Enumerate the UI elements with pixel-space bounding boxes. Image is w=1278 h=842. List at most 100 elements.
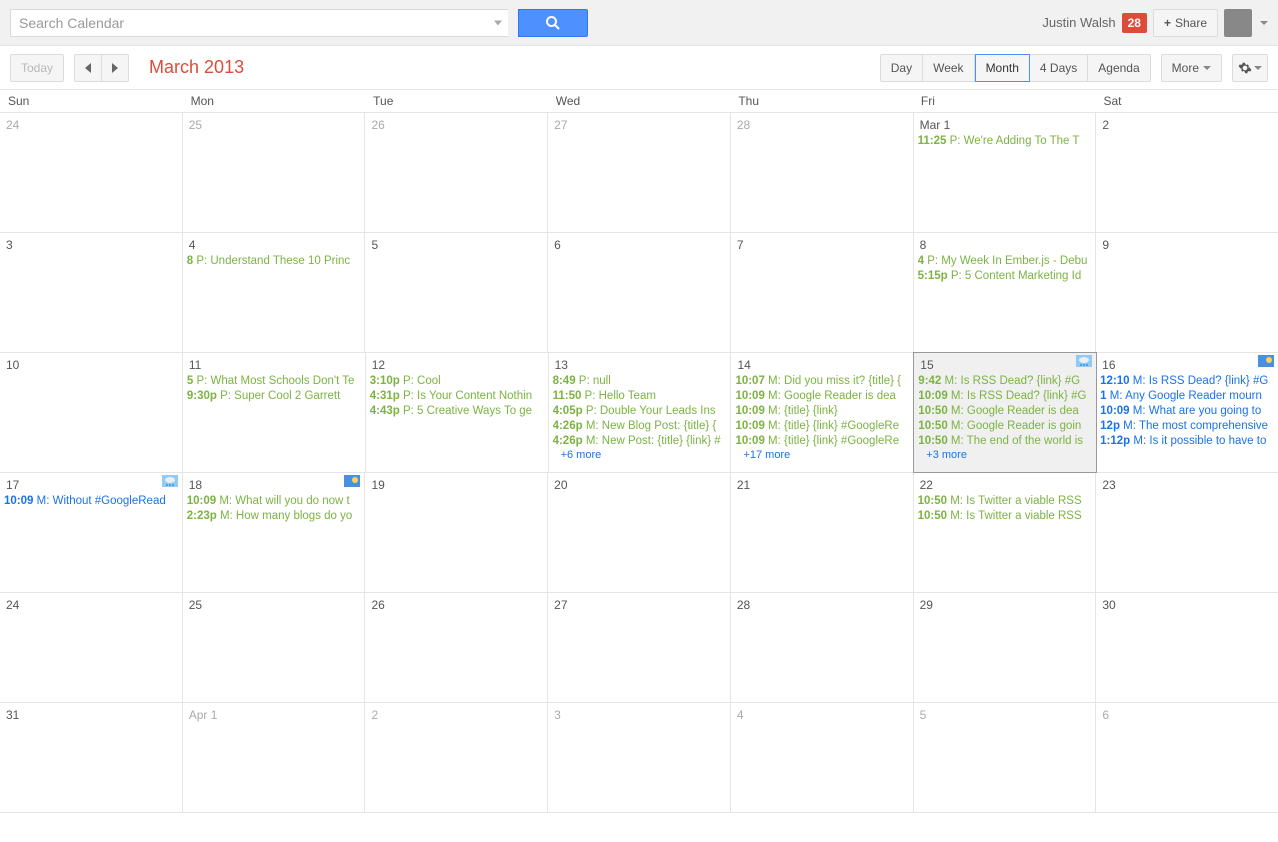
calendar-cell[interactable]: 26 <box>365 113 548 232</box>
calendar-event[interactable]: 5:15p P: 5 Content Marketing Id <box>918 269 1092 284</box>
calendar-cell[interactable]: 1810:09 M: What will you do now t2:23p M… <box>183 473 366 592</box>
calendar-cell[interactable]: 48 P: Understand These 10 Princ <box>183 233 366 352</box>
calendar-cell[interactable]: 3 <box>0 233 183 352</box>
calendar-cell[interactable]: 9 <box>1096 233 1278 352</box>
calendar-cell[interactable]: 21 <box>731 473 914 592</box>
calendar-event[interactable]: 9:42 M: Is RSS Dead? {link} #G <box>918 374 1092 389</box>
calendar-cell[interactable]: 23 <box>1096 473 1278 592</box>
calendar-cell[interactable]: 26 <box>365 593 548 702</box>
calendar-event[interactable]: 8:49 P: null <box>553 374 727 389</box>
search-button[interactable] <box>518 9 588 37</box>
view-week[interactable]: Week <box>923 54 974 82</box>
share-button[interactable]: + Share <box>1153 9 1218 37</box>
notification-badge[interactable]: 28 <box>1122 13 1147 33</box>
calendar-event[interactable]: 10:07 M: Did you miss it? {title} { <box>735 374 909 389</box>
calendar-event[interactable]: 10:50 M: The end of the world is <box>918 434 1092 449</box>
more-events-link[interactable]: +3 more <box>918 449 1092 461</box>
view-month[interactable]: Month <box>975 54 1030 82</box>
calendar-cell[interactable]: 27 <box>548 593 731 702</box>
calendar-cell[interactable]: 1410:07 M: Did you miss it? {title} {10:… <box>731 353 914 472</box>
calendar-event[interactable]: 10:09 M: What will you do now t <box>187 494 361 509</box>
prev-button[interactable] <box>74 54 101 82</box>
calendar-event[interactable]: 11:25 P: We're Adding To The T <box>918 134 1092 149</box>
calendar-event[interactable]: 4 P: My Week In Ember.js - Debu <box>918 254 1092 269</box>
calendar-event[interactable]: 10:50 M: Is Twitter a viable RSS <box>918 509 1092 524</box>
next-button[interactable] <box>101 54 129 82</box>
calendar-event[interactable]: 10:09 M: Google Reader is dea <box>735 389 909 404</box>
more-events-link[interactable]: +17 more <box>735 449 909 461</box>
calendar-cell[interactable]: 28 <box>731 593 914 702</box>
calendar-cell[interactable]: 10 <box>0 353 183 472</box>
view-agenda[interactable]: Agenda <box>1088 54 1150 82</box>
account-dropdown-icon[interactable] <box>1260 21 1268 25</box>
calendar-event[interactable]: 4:26p M: New Post: {title} {link} # <box>553 434 727 449</box>
calendar-event[interactable]: 10:09 M: {title} {link} <box>735 404 909 419</box>
calendar-cell[interactable]: 4 <box>731 703 914 812</box>
calendar-cell[interactable]: 7 <box>731 233 914 352</box>
calendar-event[interactable]: 4:31p P: Is Your Content Nothin <box>370 389 544 404</box>
calendar-event[interactable]: 4:05p P: Double Your Leads Ins <box>553 404 727 419</box>
calendar-cell[interactable]: 6 <box>548 233 731 352</box>
calendar-event[interactable]: 12p M: The most comprehensive <box>1100 419 1274 434</box>
calendar-cell[interactable]: Mar 111:25 P: We're Adding To The T <box>914 113 1097 232</box>
calendar-cell[interactable]: 31 <box>0 703 183 812</box>
calendar-cell[interactable]: 84 P: My Week In Ember.js - Debu5:15p P:… <box>914 233 1097 352</box>
more-events-link[interactable]: +6 more <box>553 449 727 461</box>
calendar-cell[interactable]: 115 P: What Most Schools Don't Te9:30p P… <box>183 353 366 472</box>
date-number: 27 <box>552 116 726 134</box>
calendar-cell[interactable]: 2 <box>1096 113 1278 232</box>
calendar-cell[interactable]: 5 <box>365 233 548 352</box>
calendar-event[interactable]: 11:50 P: Hello Team <box>553 389 727 404</box>
calendar-cell[interactable]: 27 <box>548 113 731 232</box>
calendar-cell[interactable]: 1710:09 M: Without #GoogleRead <box>0 473 183 592</box>
calendar-event[interactable]: 10:09 M: What are you going to <box>1100 404 1274 419</box>
calendar-cell[interactable]: 25 <box>183 113 366 232</box>
calendar-event[interactable]: 10:09 M: Is RSS Dead? {link} #G <box>918 389 1092 404</box>
calendar-event[interactable]: 5 P: What Most Schools Don't Te <box>187 374 361 389</box>
calendar-row: 24252627282930 <box>0 593 1278 703</box>
calendar-cell[interactable]: 138:49 P: null11:50 P: Hello Team4:05p P… <box>549 353 732 472</box>
calendar-event[interactable]: 4:26p M: New Blog Post: {title} { <box>553 419 727 434</box>
calendar-event[interactable]: 1:12p M: Is it possible to have to <box>1100 434 1274 449</box>
more-button[interactable]: More <box>1161 54 1222 82</box>
calendar-event[interactable]: 10:09 M: {title} {link} #GoogleRe <box>735 434 909 449</box>
calendar-event[interactable]: 3:10p P: Cool <box>370 374 544 389</box>
date-number: 16 <box>1100 356 1274 374</box>
calendar-cell[interactable]: 20 <box>548 473 731 592</box>
calendar-event[interactable]: 10:50 M: Google Reader is dea <box>918 404 1092 419</box>
view-day[interactable]: Day <box>880 54 923 82</box>
calendar-cell[interactable]: 19 <box>365 473 548 592</box>
calendar-cell[interactable]: 2210:50 M: Is Twitter a viable RSS10:50 … <box>914 473 1097 592</box>
search-dropdown-caret-icon[interactable] <box>494 20 502 25</box>
calendar-cell[interactable]: 24 <box>0 593 183 702</box>
calendar-event[interactable]: 10:09 M: {title} {link} #GoogleRe <box>735 419 909 434</box>
user-name[interactable]: Justin Walsh <box>1042 15 1115 30</box>
search-input[interactable] <box>10 9 508 37</box>
calendar-cell[interactable]: 30 <box>1096 593 1278 702</box>
calendar-event[interactable]: 10:50 M: Is Twitter a viable RSS <box>918 494 1092 509</box>
calendar-cell[interactable]: 25 <box>183 593 366 702</box>
calendar-event[interactable]: 2:23p M: How many blogs do yo <box>187 509 361 524</box>
calendar-cell[interactable]: 28 <box>731 113 914 232</box>
calendar-cell[interactable]: 29 <box>914 593 1097 702</box>
calendar-cell[interactable]: Apr 1 <box>183 703 366 812</box>
today-button[interactable]: Today <box>10 54 64 82</box>
view-4days[interactable]: 4 Days <box>1030 54 1088 82</box>
calendar-event[interactable]: 1 M: Any Google Reader mourn <box>1100 389 1274 404</box>
calendar-cell[interactable]: 159:42 M: Is RSS Dead? {link} #G10:09 M:… <box>913 352 1097 473</box>
calendar-cell[interactable]: 5 <box>914 703 1097 812</box>
calendar-cell[interactable]: 2 <box>365 703 548 812</box>
settings-button[interactable] <box>1232 54 1268 82</box>
avatar[interactable] <box>1224 9 1252 37</box>
calendar-cell[interactable]: 24 <box>0 113 183 232</box>
calendar-event[interactable]: 12:10 M: Is RSS Dead? {link} #G <box>1100 374 1274 389</box>
calendar-cell[interactable]: 3 <box>548 703 731 812</box>
calendar-cell[interactable]: 123:10p P: Cool4:31p P: Is Your Content … <box>366 353 549 472</box>
calendar-event[interactable]: 9:30p P: Super Cool 2 Garrett <box>187 389 361 404</box>
calendar-event[interactable]: 8 P: Understand These 10 Princ <box>187 254 361 269</box>
calendar-cell[interactable]: 1612:10 M: Is RSS Dead? {link} #G1 M: An… <box>1096 353 1278 472</box>
calendar-event[interactable]: 4:43p P: 5 Creative Ways To ge <box>370 404 544 419</box>
calendar-event[interactable]: 10:50 M: Google Reader is goin <box>918 419 1092 434</box>
calendar-cell[interactable]: 6 <box>1096 703 1278 812</box>
calendar-event[interactable]: 10:09 M: Without #GoogleRead <box>4 494 178 509</box>
